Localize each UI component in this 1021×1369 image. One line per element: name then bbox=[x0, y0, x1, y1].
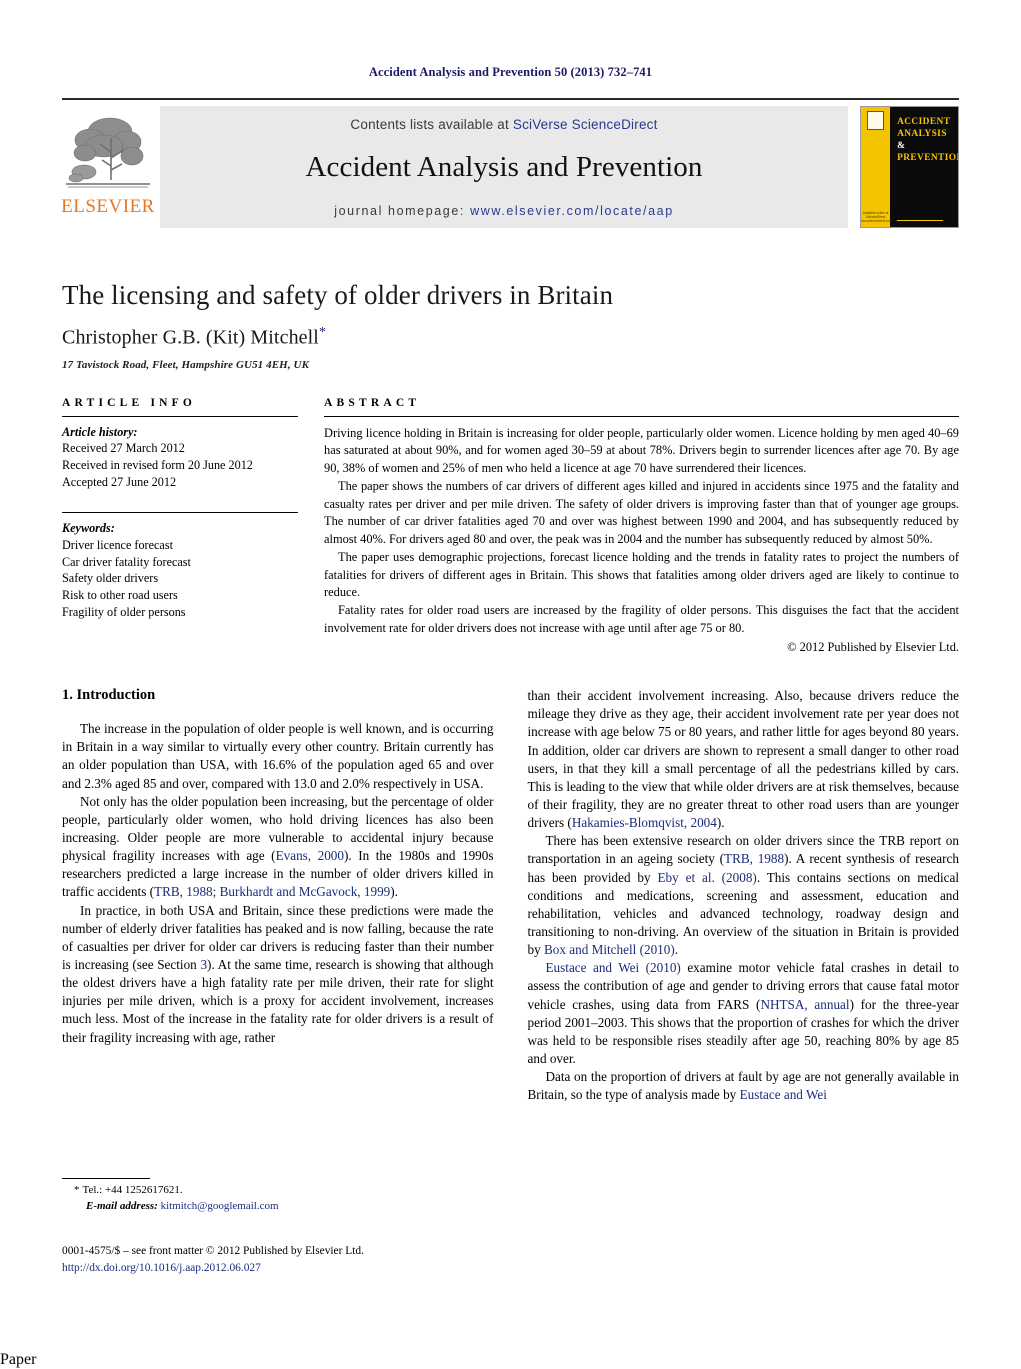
page-footer: 0001-4575/$ – see front matter © 2012 Pu… bbox=[62, 1243, 582, 1277]
citation-link[interactable]: TRB, 1988 bbox=[724, 851, 784, 866]
corresponding-author-marker[interactable]: * bbox=[319, 325, 326, 340]
article-info-rule-top bbox=[62, 415, 298, 417]
cover-title-line-3: & bbox=[897, 141, 906, 152]
body-paragraph: There has been extensive research on old… bbox=[527, 833, 960, 958]
author-line: Christopher G.B. (Kit) Mitchell* bbox=[62, 325, 959, 350]
elsevier-tree-icon bbox=[66, 117, 150, 188]
abstract-copyright: © 2012 Published by Elsevier Ltd. bbox=[787, 640, 959, 655]
body-right-column: than their accident involvement increasi… bbox=[528, 687, 960, 1104]
abstract-paragraph: Fatality rates for older road users are … bbox=[324, 603, 959, 635]
keywords-block: Keywords: Driver licence forecast Car dr… bbox=[62, 520, 298, 621]
citation-link[interactable]: NHTSA, annual bbox=[760, 997, 849, 1012]
history-item: Received in revised form 20 June 2012 bbox=[62, 458, 253, 473]
article-info-rule-mid bbox=[62, 511, 298, 513]
journal-article-page: Accident Analysis and Prevention 50 (201… bbox=[0, 0, 1021, 1351]
elsevier-logo: ELSEVIER bbox=[61, 106, 155, 217]
footnote-tel-text: Tel.: +44 1252617621. bbox=[82, 1184, 183, 1196]
body-paragraph: Eustace and Wei (2010) examine motor veh… bbox=[527, 960, 960, 1067]
footnote-email-link[interactable]: kitmitch@googlemail.com bbox=[161, 1200, 279, 1212]
abstract-rule bbox=[324, 415, 959, 417]
elsevier-wordmark: ELSEVIER bbox=[61, 196, 155, 217]
article-history-block: Article history: Received 27 March 2012 … bbox=[62, 424, 298, 491]
cover-elsevier-mini-icon bbox=[867, 111, 885, 130]
cover-left-strip: Available online at ScienceDirect www.sc… bbox=[860, 107, 893, 227]
homepage-prefix: journal homepage: bbox=[334, 203, 465, 218]
journal-cover-thumbnail[interactable]: Available online at ScienceDirect www.sc… bbox=[860, 106, 959, 228]
doi-link[interactable]: http://dx.doi.org/10.1016/j.aap.2012.06.… bbox=[62, 1260, 582, 1277]
journal-banner: Contents lists available at SciVerse Sci… bbox=[160, 106, 848, 228]
abstract-paragraph: The paper shows the numbers of car drive… bbox=[324, 478, 959, 547]
article-title: The licensing and safety of older driver… bbox=[62, 280, 614, 310]
abstract-body: Driving licence holding in Britain is in… bbox=[324, 425, 959, 658]
article-history-heading: Article history: bbox=[62, 424, 138, 439]
article-info-column: ARTICLE INFO Article history: Received 2… bbox=[62, 397, 298, 658]
body-two-column-region: 1. Introduction The increase in the popu… bbox=[62, 687, 959, 1104]
keyword-item: Car driver fatality forecast bbox=[62, 554, 191, 569]
contents-lists-prefix: Contents lists available at bbox=[350, 117, 509, 132]
keyword-item: Risk to other road users bbox=[62, 588, 178, 603]
footnote-marker: * bbox=[74, 1184, 80, 1196]
body-paragraph: The increase in the population of older … bbox=[62, 721, 494, 791]
history-item: Received 27 March 2012 bbox=[62, 441, 185, 456]
cover-footmark: Available online at ScienceDirect www.sc… bbox=[860, 211, 893, 223]
citation-link[interactable]: Eby et al. (2008) bbox=[658, 870, 757, 885]
author-affiliation: 17 Tavistock Road, Fleet, Hampshire GU51… bbox=[62, 358, 310, 371]
journal-homepage-line: journal homepage: www.elsevier.com/locat… bbox=[334, 204, 674, 218]
citation-link[interactable]: Eustace and Wei (2010) bbox=[546, 960, 681, 975]
contents-lists-line: Contents lists available at SciVerse Sci… bbox=[350, 117, 657, 132]
abstract-column: ABSTRACT Driving licence holding in Brit… bbox=[324, 397, 959, 658]
abstract-paragraph: The paper uses demographic projections, … bbox=[324, 549, 959, 600]
issn-front-matter-line: 0001-4575/$ – see front matter © 2012 Pu… bbox=[62, 1245, 364, 1257]
citation-link[interactable]: Evans, 2000 bbox=[276, 848, 344, 863]
footnote-email-label: E-mail address: bbox=[86, 1199, 158, 1212]
title-block: The licensing and safety of older driver… bbox=[62, 280, 959, 371]
keywords-heading: Keywords: bbox=[62, 520, 115, 535]
citation-link[interactable]: TRB, 1988; Burkhardt and McGavock, 1999 bbox=[154, 884, 390, 899]
journal-masthead: ELSEVIER Contents lists available at Sci… bbox=[61, 98, 959, 234]
keyword-item: Fragility of older persons bbox=[62, 605, 186, 620]
cover-divider bbox=[897, 220, 943, 221]
abstract-paragraph: Driving licence holding in Britain is in… bbox=[324, 425, 959, 476]
section-link[interactable]: 3 bbox=[200, 957, 207, 972]
info-abstract-region: ARTICLE INFO Article history: Received 2… bbox=[62, 397, 959, 658]
body-paragraph: Not only has the older population been i… bbox=[62, 793, 494, 900]
cover-title-panel: ACCIDENT ANALYSIS & PREVENTION bbox=[890, 107, 958, 227]
sciencedirect-link[interactable]: SciVerse ScienceDirect bbox=[513, 117, 658, 132]
footnote-area: * Tel.: +44 1252617621. E-mail address: k… bbox=[62, 1178, 488, 1215]
body-paragraph: Data on the proportion of drivers at fau… bbox=[527, 1069, 960, 1103]
cover-title-line-2: ANALYSIS bbox=[897, 129, 947, 140]
section-heading-introduction: 1. Introduction bbox=[62, 687, 156, 704]
author-name: Christopher G.B. (Kit) Mitchell bbox=[62, 326, 319, 349]
abstract-label: ABSTRACT bbox=[324, 396, 421, 409]
body-paragraph: In practice, in both USA and Britain, si… bbox=[62, 902, 494, 1045]
keyword-item: Safety older drivers bbox=[62, 571, 159, 586]
homepage-link[interactable]: www.elsevier.com/locate/aap bbox=[470, 204, 674, 218]
history-item: Accepted 27 June 2012 bbox=[62, 475, 177, 490]
body-left-column: 1. Introduction The increase in the popu… bbox=[62, 687, 494, 1104]
cover-title-line-1: ACCIDENT bbox=[897, 117, 951, 127]
journal-title: Accident Analysis and Prevention bbox=[305, 151, 703, 184]
citation-link[interactable]: Eustace and Wei bbox=[740, 1087, 827, 1102]
article-info-label: ARTICLE INFO bbox=[62, 396, 197, 409]
body-paragraph: than their accident involvement increasi… bbox=[527, 688, 960, 831]
footnote-tel: * Tel.: +44 1252617621. bbox=[62, 1183, 488, 1199]
citation-link[interactable]: Box and Mitchell (2010) bbox=[544, 942, 675, 957]
keyword-item: Driver licence forecast bbox=[62, 537, 173, 552]
cover-title-line-4: PREVENTION bbox=[897, 153, 959, 164]
citation-link[interactable]: Hakamies-Blomqvist, 2004 bbox=[572, 815, 717, 830]
footnote-divider bbox=[62, 1178, 150, 1179]
footnote-email: E-mail address: kitmitch@googlemail.com bbox=[62, 1199, 488, 1215]
running-head-citation: Accident Analysis and Prevention 50 (201… bbox=[368, 65, 653, 79]
